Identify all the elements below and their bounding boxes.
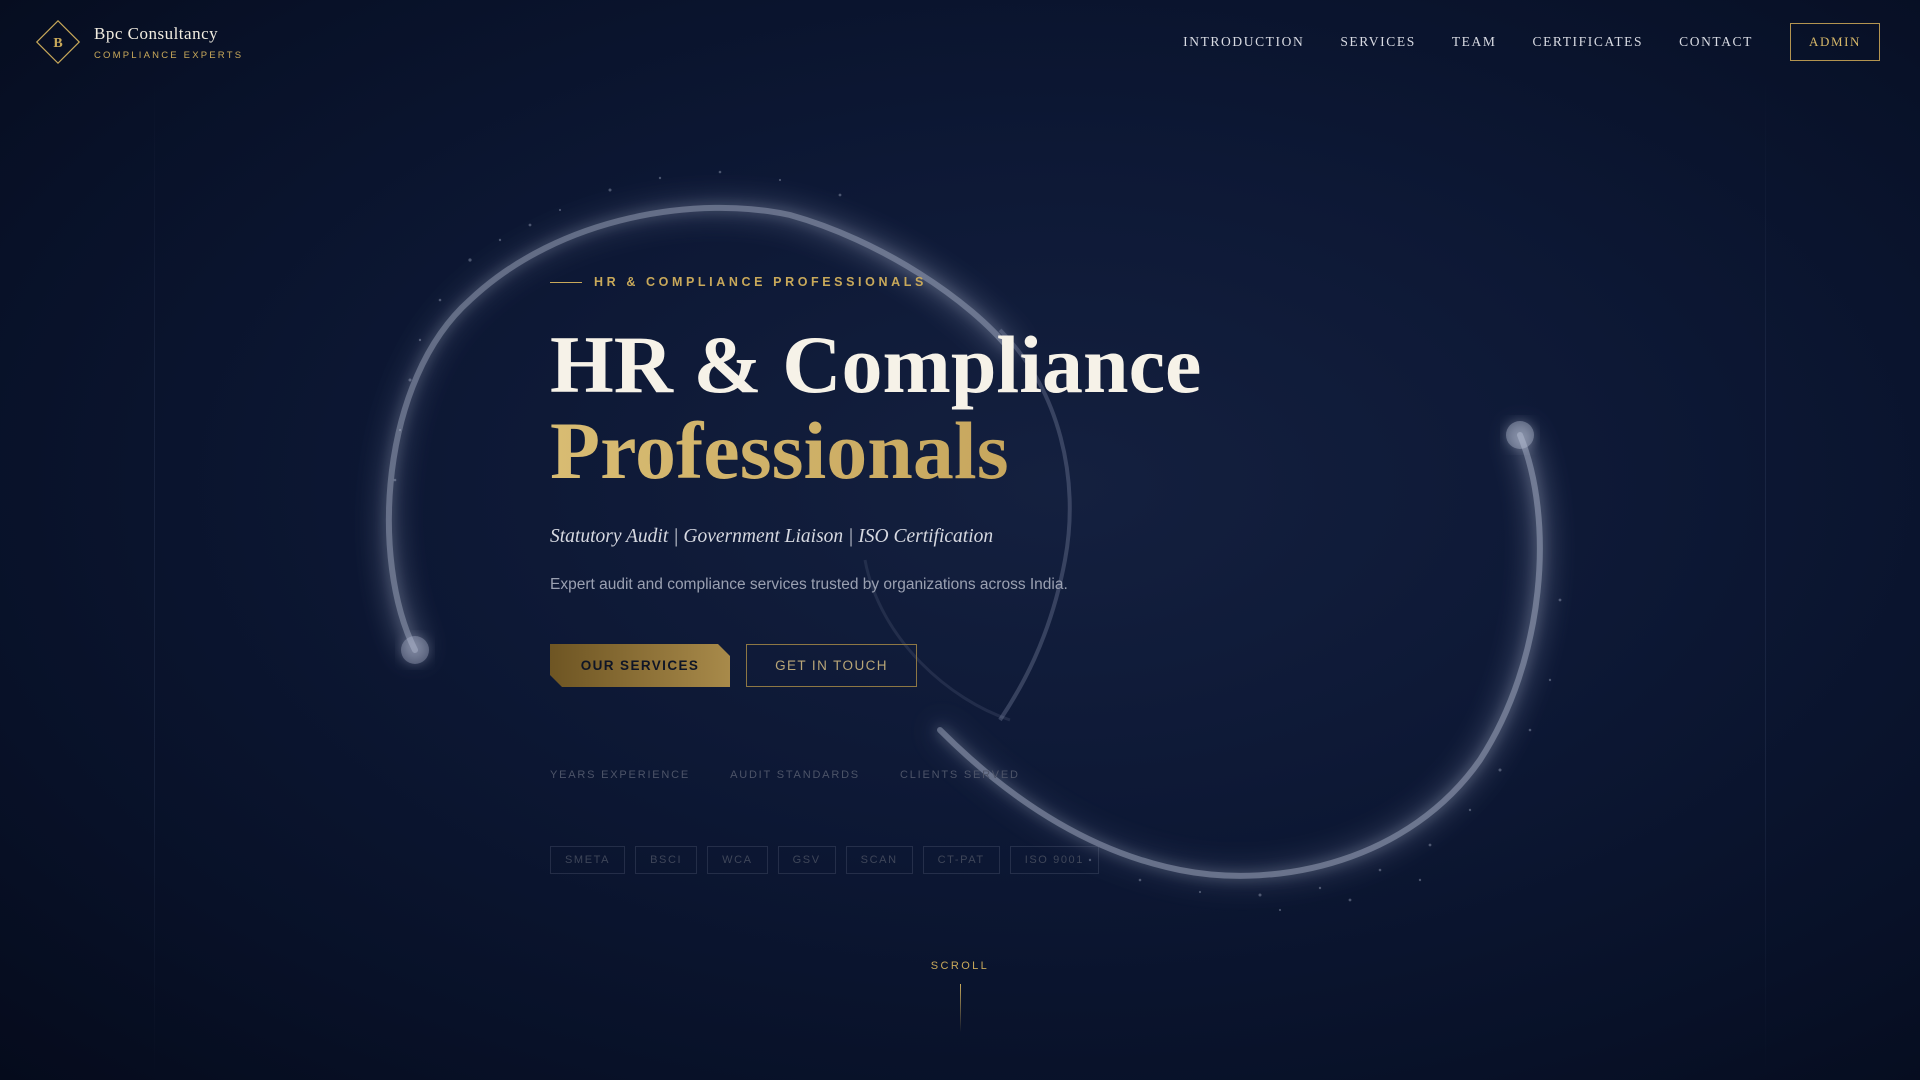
badge-iso-9001: ISO 9001 — [1009, 846, 1099, 874]
certification-badges: SMETA BSCI WCA GSV SCAN CT-PAT ISO 9001 — [550, 846, 1450, 874]
diamond-logo-icon: B — [32, 16, 84, 68]
nav-team[interactable]: TEAM — [1452, 34, 1497, 50]
scroll-label: SCROLL — [930, 960, 990, 972]
site-header: B Bpc Consultancy COMPLIANCE EXPERTS INT… — [0, 0, 1920, 84]
hero-title-line1: HR & Compliance — [550, 319, 1202, 410]
admin-button[interactable]: ADMIN — [1790, 23, 1880, 61]
stat-audit-standards: AUDIT STANDARDS — [730, 769, 860, 781]
logo-text: Bpc Consultancy COMPLIANCE EXPERTS — [94, 24, 243, 61]
stats-row: YEARS EXPERIENCE AUDIT STANDARDS CLIENTS… — [550, 769, 1450, 781]
eyebrow-divider — [550, 281, 582, 283]
logo-letter: B — [53, 36, 62, 51]
nav-introduction[interactable]: INTRODUCTION — [1183, 34, 1304, 50]
nav-certificates[interactable]: CERTIFICATES — [1532, 34, 1643, 50]
hero-title-line2: Professionals — [550, 408, 1450, 494]
brand-tagline: COMPLIANCE EXPERTS — [94, 49, 244, 61]
hero-subtitle: Statutory Audit | Government Liaison | I… — [550, 526, 994, 547]
nav-contact[interactable]: CONTACT — [1679, 34, 1753, 50]
main-nav: INTRODUCTION SERVICES TEAM CERTIFICATES … — [1183, 23, 1880, 61]
badge-gsv: GSV — [777, 846, 836, 874]
scroll-line — [959, 984, 961, 1032]
left-guide-line — [154, 80, 155, 1080]
badge-bsci: BSCI — [635, 846, 698, 874]
stat-years-experience: YEARS EXPERIENCE — [550, 769, 691, 781]
scroll-indicator[interactable]: SCROLL — [910, 960, 1010, 1032]
nav-services[interactable]: SERVICES — [1340, 34, 1415, 50]
brand-name: Bpc Consultancy — [94, 23, 219, 43]
get-in-touch-button[interactable]: GET IN TOUCH — [746, 644, 917, 687]
brand-logo[interactable]: B Bpc Consultancy COMPLIANCE EXPERTS — [32, 16, 243, 68]
hero-eyebrow: HR & COMPLIANCE PROFESSIONALS — [550, 272, 1450, 292]
our-services-button[interactable]: OUR SERVICES — [550, 644, 730, 687]
badge-smeta: SMETA — [550, 846, 626, 874]
eyebrow-text: HR & COMPLIANCE PROFESSIONALS — [594, 275, 927, 289]
badge-scan: SCAN — [845, 846, 913, 874]
page: B Bpc Consultancy COMPLIANCE EXPERTS INT… — [0, 0, 1920, 1080]
badge-wca: WCA — [707, 846, 768, 874]
hero-section: HR & COMPLIANCE PROFESSIONALS HR & Compl… — [550, 272, 1450, 874]
hero-description: Expert audit and compliance services tru… — [550, 576, 1068, 593]
badge-ct-pat: CT-PAT — [922, 846, 1000, 874]
right-guide-line — [1765, 80, 1766, 1080]
hero-cta-row: OUR SERVICES GET IN TOUCH — [550, 644, 1450, 687]
stat-clients-served: CLIENTS SERVED — [899, 769, 1020, 781]
